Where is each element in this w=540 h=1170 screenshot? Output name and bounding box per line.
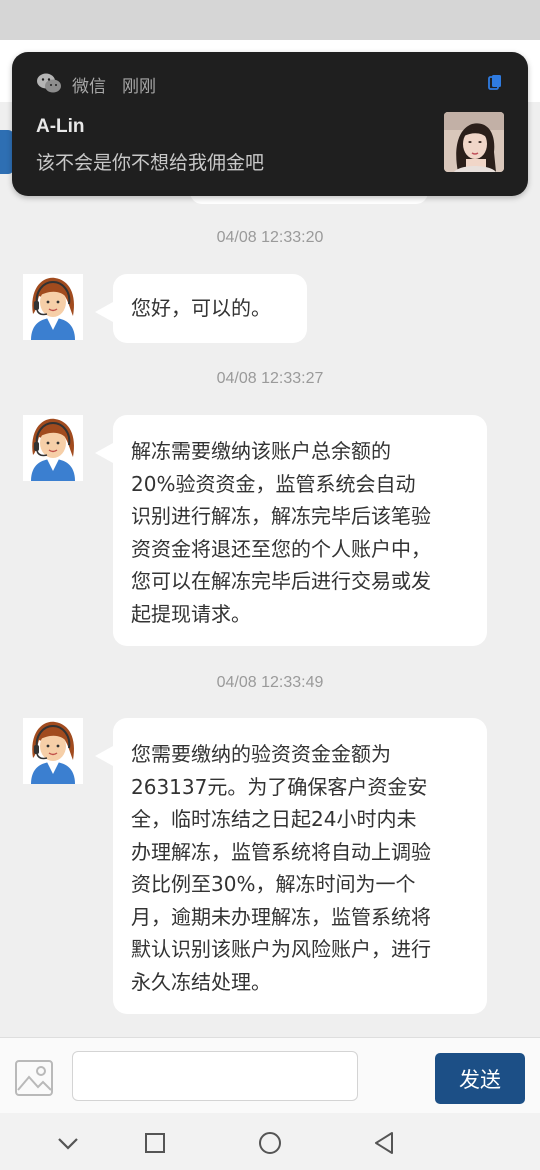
triangle-back-icon[interactable]	[370, 1129, 398, 1157]
agent-avatar	[23, 274, 83, 340]
message-line: 解冻需要缴纳该账户总余额的	[131, 439, 391, 463]
notification-sender: A-Lin	[36, 116, 85, 137]
agent-avatar	[23, 415, 83, 481]
message-line: 您好，可以的。	[131, 296, 271, 320]
wechat-icon	[37, 73, 61, 93]
square-recents-icon[interactable]	[141, 1129, 169, 1157]
message-bubble[interactable]: 解冻需要缴纳该账户总余额的 20%验资资金，监管系统会自动 识别进行解冻，解冻完…	[95, 415, 487, 646]
agent-avatar	[23, 718, 83, 784]
message-line: 您可以在解冻完毕后进行交易或发	[131, 569, 431, 593]
message-line: 办理解冻，监管系统将自动上调验	[131, 839, 431, 864]
notification-time: 刚刚	[122, 77, 156, 97]
message-line: 263137元。为了确保客户资金安	[131, 774, 428, 799]
message-line: 20%验资资金，监管系统会自动	[131, 471, 416, 496]
message-timestamp: 04/08 12:33:20	[216, 229, 324, 246]
notification-app-name: 微信	[72, 77, 106, 97]
message-line: 识别进行解冻，解冻完毕后该笔验	[131, 504, 431, 528]
sender-avatar	[444, 112, 504, 172]
message-bubble[interactable]: 您好，可以的。	[95, 274, 307, 343]
chevron-down-icon[interactable]	[54, 1129, 82, 1157]
notification-message: 该不会是你不想给我佣金吧	[36, 152, 265, 174]
message-bubble[interactable]: 您需要缴纳的验资资金金额为 263137元。为了确保客户资金安 全，临时冻结之日…	[95, 718, 487, 1014]
notification-banner[interactable]: 微信 刚刚 A-Lin 该不会是你不想给我佣金吧	[12, 52, 528, 196]
message-line: 起提现请求。	[131, 601, 251, 626]
message-line: 资比例至30%，解冻时间为一个	[131, 872, 416, 896]
message-line: 永久冻结处理。	[131, 969, 271, 994]
message-timestamp: 04/08 12:33:27	[216, 370, 324, 387]
message-line: 您需要缴纳的验资资金金额为	[131, 742, 391, 766]
image-icon[interactable]	[14, 1058, 54, 1098]
message-line: 全，临时冻结之日起24小时内未	[131, 807, 417, 831]
message-timestamp: 04/08 12:33:49	[216, 674, 324, 691]
status-bar	[0, 0, 540, 40]
circle-home-icon[interactable]	[256, 1129, 284, 1157]
message-line: 默认识别该账户为风险账户，进行	[131, 937, 431, 961]
message-input-bar: 发送	[0, 1037, 540, 1113]
system-navigation-bar	[0, 1113, 540, 1170]
send-button[interactable]: 发送	[435, 1053, 525, 1104]
message-line: 资资金将退还至您的个人账户中，	[131, 536, 431, 561]
message-input[interactable]	[72, 1051, 358, 1101]
message-line: 月，逾期未办理解冻，监管系统将	[131, 904, 431, 929]
expand-icon[interactable]	[488, 74, 502, 90]
